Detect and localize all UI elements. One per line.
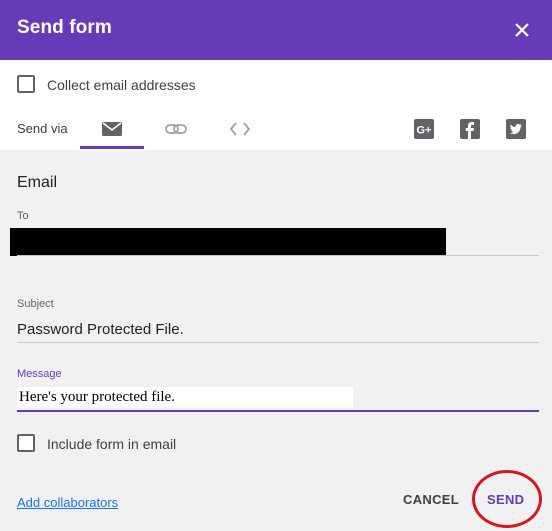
subject-field[interactable]: Password Protected File. [17,321,184,338]
send-via-label: Send via [17,121,68,136]
subject-field-underline [17,342,539,343]
dialog-header: Send form [0,0,552,60]
add-collaborators-link[interactable]: Add collaborators [17,495,118,510]
to-field-underline [17,255,539,256]
to-field-redacted[interactable] [10,228,446,256]
highlight-circle-annotation [472,470,542,528]
link-icon [165,124,187,134]
tab-embed[interactable] [222,112,258,148]
email-panel [0,150,552,531]
tab-email[interactable] [80,112,144,148]
tab-link[interactable] [158,112,194,148]
google-plus-icon[interactable]: G+ [414,119,434,139]
include-form-label: Include form in email [47,436,177,452]
facebook-icon[interactable] [460,119,480,139]
collect-email-label: Collect email addresses [47,77,196,93]
active-tab-indicator [80,146,144,149]
include-form-checkbox[interactable] [17,434,35,452]
message-label: Message [17,368,62,380]
message-value: Here's your protected file. [19,389,175,405]
subject-label: Subject [17,298,54,310]
twitter-icon[interactable] [506,119,526,139]
cancel-button[interactable]: CANCEL [403,492,459,507]
close-icon[interactable] [508,16,536,44]
dialog-title: Send form [17,17,112,38]
embed-code-icon [229,122,251,136]
message-field-underline [17,410,539,412]
to-label: To [17,210,29,222]
svg-text:G+: G+ [417,125,432,137]
section-title-email: Email [17,174,58,191]
collect-email-checkbox[interactable] [17,75,35,93]
email-icon [102,122,122,136]
